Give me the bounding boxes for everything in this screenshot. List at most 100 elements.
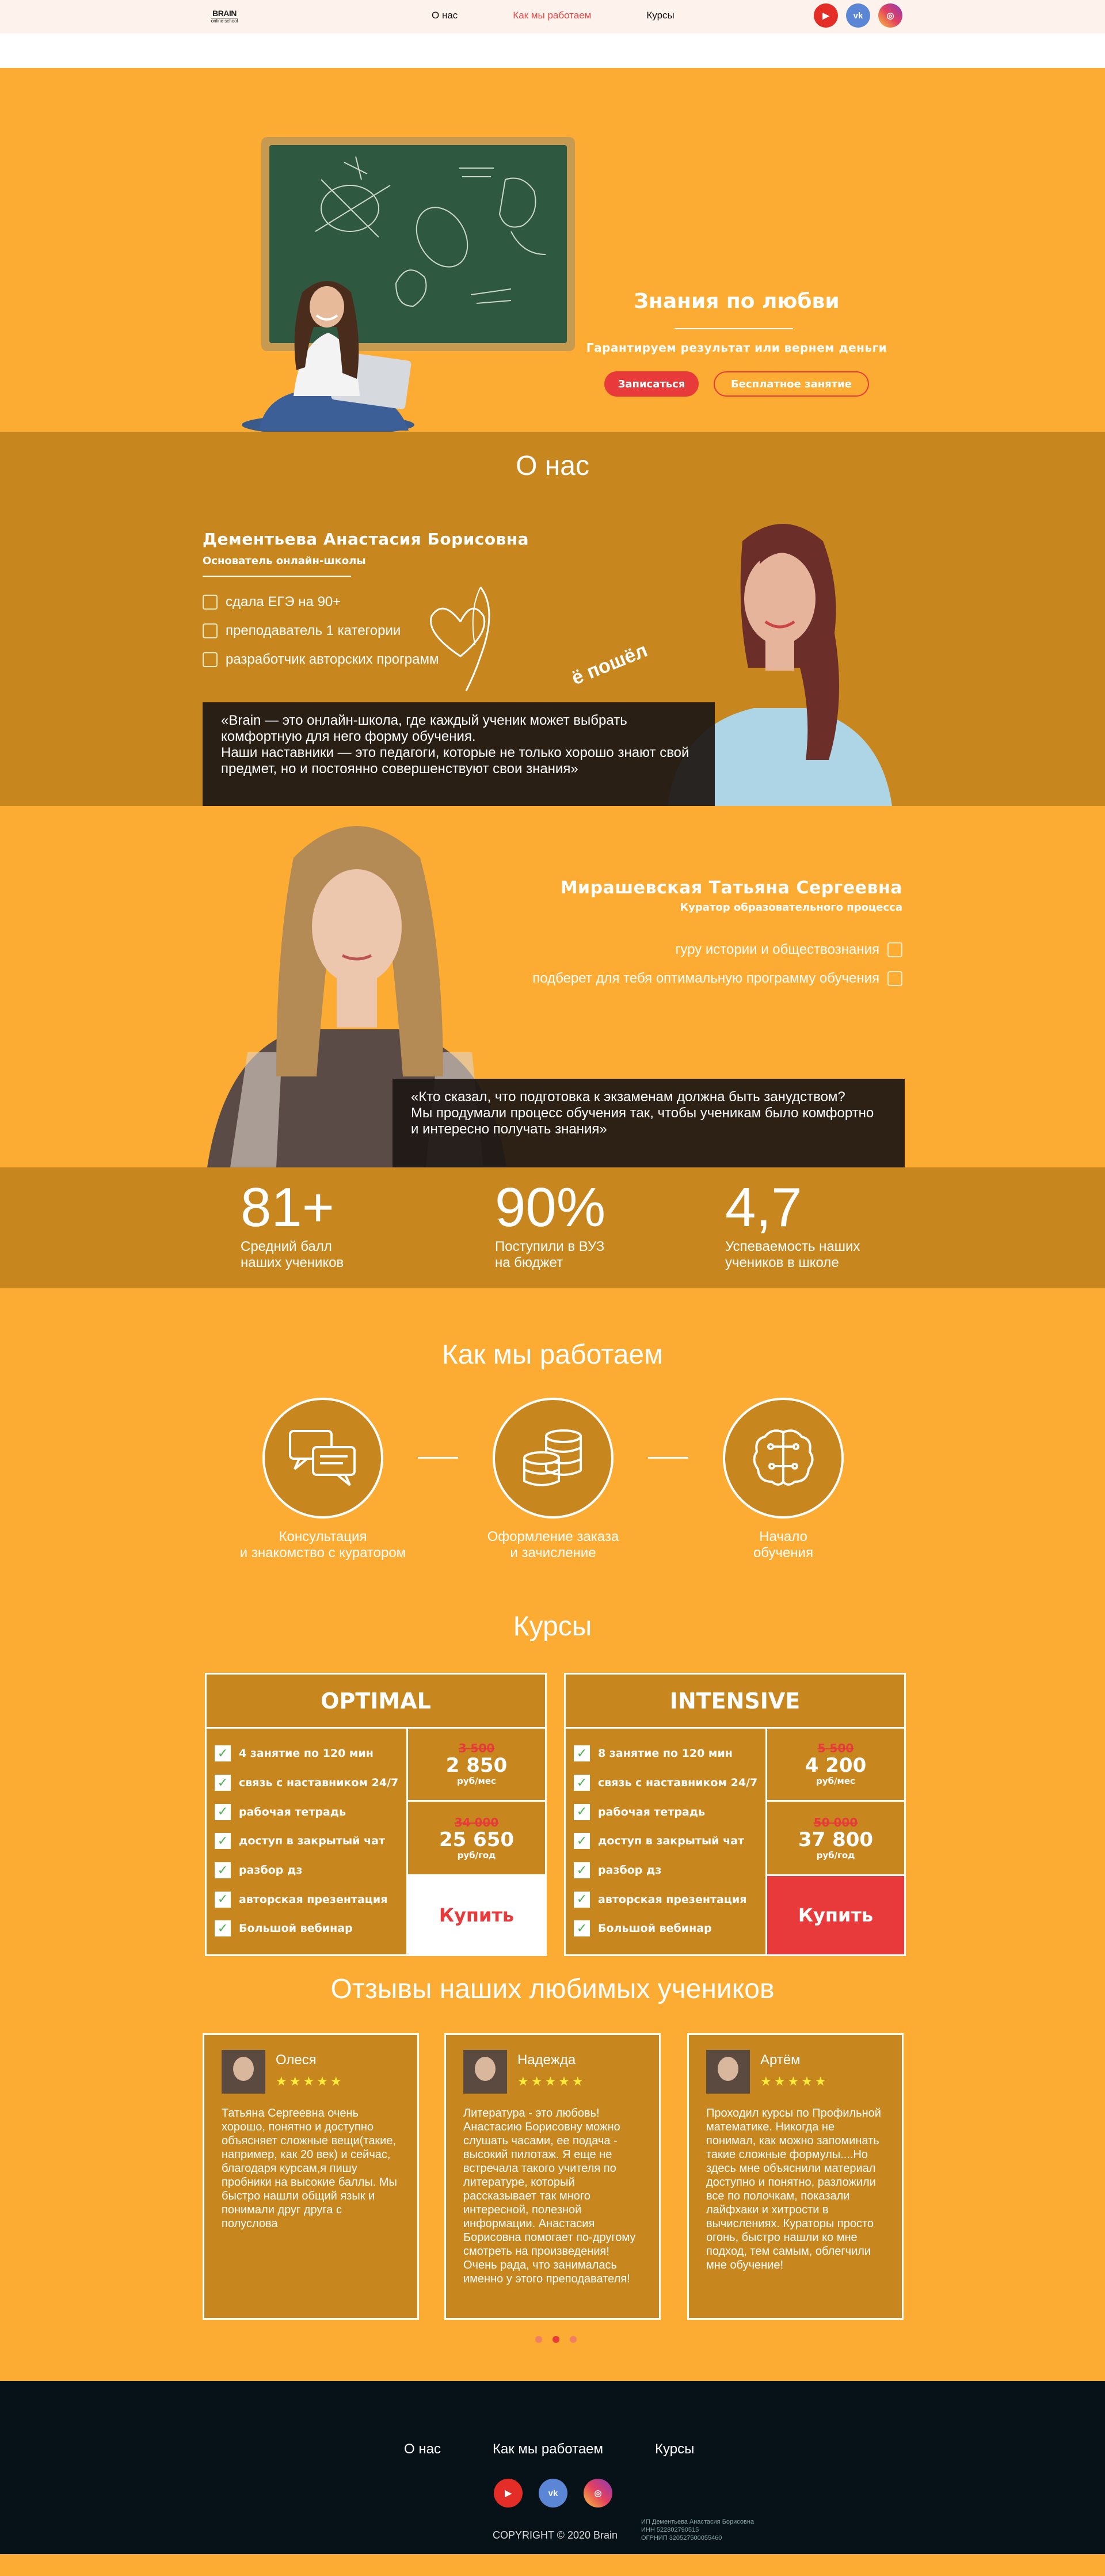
header-social: ▶ vk ◎	[814, 3, 902, 28]
nav-courses[interactable]: Курсы	[646, 10, 674, 21]
carousel-dot[interactable]	[570, 2336, 577, 2343]
founder-feature: преподаватель 1 категории	[203, 623, 401, 639]
quote-line: предмет, но и постоянно совершенствуют с…	[221, 761, 578, 777]
instagram-icon[interactable]: ◎	[584, 2479, 612, 2507]
reviewer-name: Олеся	[276, 2052, 317, 2068]
quote-line: комфортную для него форму обучения.	[221, 729, 476, 744]
check-icon: ✓	[215, 1833, 231, 1850]
new-price: 25 650	[439, 1828, 515, 1851]
brain-icon	[723, 1398, 844, 1519]
stat-value: 4,7	[725, 1177, 802, 1238]
check-icon: ✓	[215, 1745, 231, 1762]
step-consultation: Консультация и знакомство с куратором	[219, 1529, 426, 1561]
signup-button[interactable]: Записаться	[604, 371, 699, 397]
course-feature: ✓ рабочая тетрадь	[574, 1797, 765, 1827]
course-feature: ✓ связь с наставником 24/7	[215, 1768, 406, 1798]
youtube-icon[interactable]: ▶	[814, 3, 838, 28]
rocket-icon	[887, 971, 902, 986]
step-label: Начало	[759, 1529, 807, 1544]
check-icon: ✓	[215, 1803, 231, 1820]
free-lesson-button[interactable]: Бесплатное занятие	[714, 371, 869, 397]
course-feature: ✓ авторская презентация	[574, 1885, 765, 1914]
check-icon: ✓	[574, 1891, 590, 1908]
logo[interactable]: BRAIN online school	[208, 2, 241, 30]
review-card: Надежда ★★★★★ Литература - это любовь! А…	[444, 2033, 661, 2320]
about-section: О нас Дементьева Анастасия Борисовна Осн…	[0, 432, 1105, 806]
reviewer-name: Артём	[760, 2052, 801, 2068]
founder-role: Основатель онлайн-школы	[203, 555, 366, 567]
course-feature: ✓ доступ в закрытый чат	[215, 1827, 406, 1856]
stat-label: на бюджет	[495, 1255, 563, 1270]
course-card-intensive: INTENSIVE ✓ 8 занятие по 120 мин ✓ связь с…	[564, 1673, 906, 1956]
exam-icon	[203, 595, 218, 610]
instagram-icon[interactable]: ◎	[878, 3, 902, 28]
founder-name: Дементьева Анастасия Борисовна	[203, 530, 529, 549]
coins-icon	[493, 1398, 614, 1519]
step-order: Оформление заказа и зачисление	[449, 1529, 657, 1561]
price-unit: руб/мес	[457, 1776, 496, 1786]
feature-label: сдала ЕГЭ на 90+	[226, 594, 341, 610]
feature-label: разработчик авторских программ	[226, 652, 439, 667]
hero-subtitle: Гарантируем результат или вернем деньги	[586, 341, 887, 355]
main-nav: О нас Как мы работаем Курсы	[432, 10, 675, 21]
header-spacer	[0, 33, 1105, 68]
check-icon: ✓	[574, 1833, 590, 1850]
thumbs-up-icon	[203, 652, 218, 667]
stat-average-score: 81+ Средний балл наших учеников	[241, 1179, 344, 1271]
logo-text: BRAIN	[212, 9, 237, 18]
course-feature: ✓ 8 занятие по 120 мин	[574, 1739, 765, 1768]
new-price: 2 850	[445, 1754, 508, 1777]
curator-quote: «Кто сказал, что подготовка к экзаменам …	[393, 1079, 905, 1167]
founder-feature: разработчик авторских программ	[203, 652, 439, 668]
history-icon	[887, 942, 902, 957]
founder-divider	[203, 576, 351, 577]
step-divider	[418, 1457, 458, 1459]
chat-icon	[262, 1398, 383, 1519]
course-name: OPTIMAL	[207, 1675, 545, 1729]
step-label: и знакомство с куратором	[239, 1545, 406, 1561]
buy-optimal-button[interactable]: Купить	[408, 1876, 545, 1954]
step-label: Оформление заказа	[487, 1529, 619, 1544]
reviews-section: Отзывы наших любимых учеников Олеся ★★★★…	[0, 1973, 1105, 2381]
logo-subtext: online school	[211, 18, 238, 24]
avatar	[706, 2050, 750, 2094]
step-divider	[648, 1457, 688, 1459]
old-price: 3 500	[458, 1741, 495, 1755]
nav-how-we-work[interactable]: Как мы работаем	[513, 10, 591, 21]
trophy-icon	[203, 623, 218, 638]
founder-feature: сдала ЕГЭ на 90+	[203, 594, 341, 610]
review-text: Литература - это любовь! Анастасию Борис…	[463, 2107, 636, 2285]
footer-social: ▶ vk ◎	[494, 2479, 612, 2507]
avatar	[463, 2050, 507, 2094]
youtube-icon[interactable]: ▶	[494, 2479, 523, 2507]
review-card: Артём ★★★★★ Проходил курсы по Профильной…	[687, 2033, 904, 2320]
carousel-dot[interactable]	[552, 2336, 559, 2343]
step-start: Начало обучения	[680, 1529, 887, 1561]
legal-line: ИНН 522802790515	[641, 2526, 699, 2533]
how-we-work-section: Как мы работаем Консультация и знакомств…	[0, 1288, 1105, 1611]
footer-nav-courses[interactable]: Курсы	[655, 2441, 694, 2457]
review-card: Олеся ★★★★★ Татьяна Сергеевна очень хоро…	[203, 2033, 419, 2320]
vk-icon[interactable]: vk	[846, 3, 870, 28]
buy-intensive-button[interactable]: Купить	[767, 1876, 904, 1954]
course-feature: ✓ разбор дз	[215, 1856, 406, 1885]
review-text: Татьяна Сергеевна очень хорошо, понятно …	[222, 2107, 397, 2230]
check-icon: ✓	[574, 1803, 590, 1820]
price-year: 34 000 25 650 руб/год	[408, 1803, 545, 1876]
footer-nav-how-we-work[interactable]: Как мы работаем	[493, 2441, 603, 2457]
avatar	[222, 2050, 265, 2094]
check-icon: ✓	[574, 1745, 590, 1762]
about-title: О нас	[516, 451, 589, 481]
step-label: и зачисление	[510, 1545, 596, 1561]
nav-about[interactable]: О нас	[432, 10, 458, 21]
stats-section: 81+ Средний балл наших учеников 90% Пост…	[0, 1167, 1105, 1288]
stat-value: 81+	[241, 1177, 334, 1238]
legal-line: ОГРНИП 320527500055460	[641, 2535, 722, 2541]
course-feature: ✓ разбор дз	[574, 1856, 765, 1885]
carousel-dot[interactable]	[535, 2336, 542, 2343]
footer-nav-about[interactable]: О нас	[404, 2441, 441, 2457]
vk-icon[interactable]: vk	[539, 2479, 567, 2507]
new-price: 37 800	[798, 1828, 874, 1851]
how-title: Как мы работаем	[441, 1340, 664, 1370]
course-features: ✓ 4 занятие по 120 мин ✓ связь с наставник…	[207, 1729, 408, 1954]
